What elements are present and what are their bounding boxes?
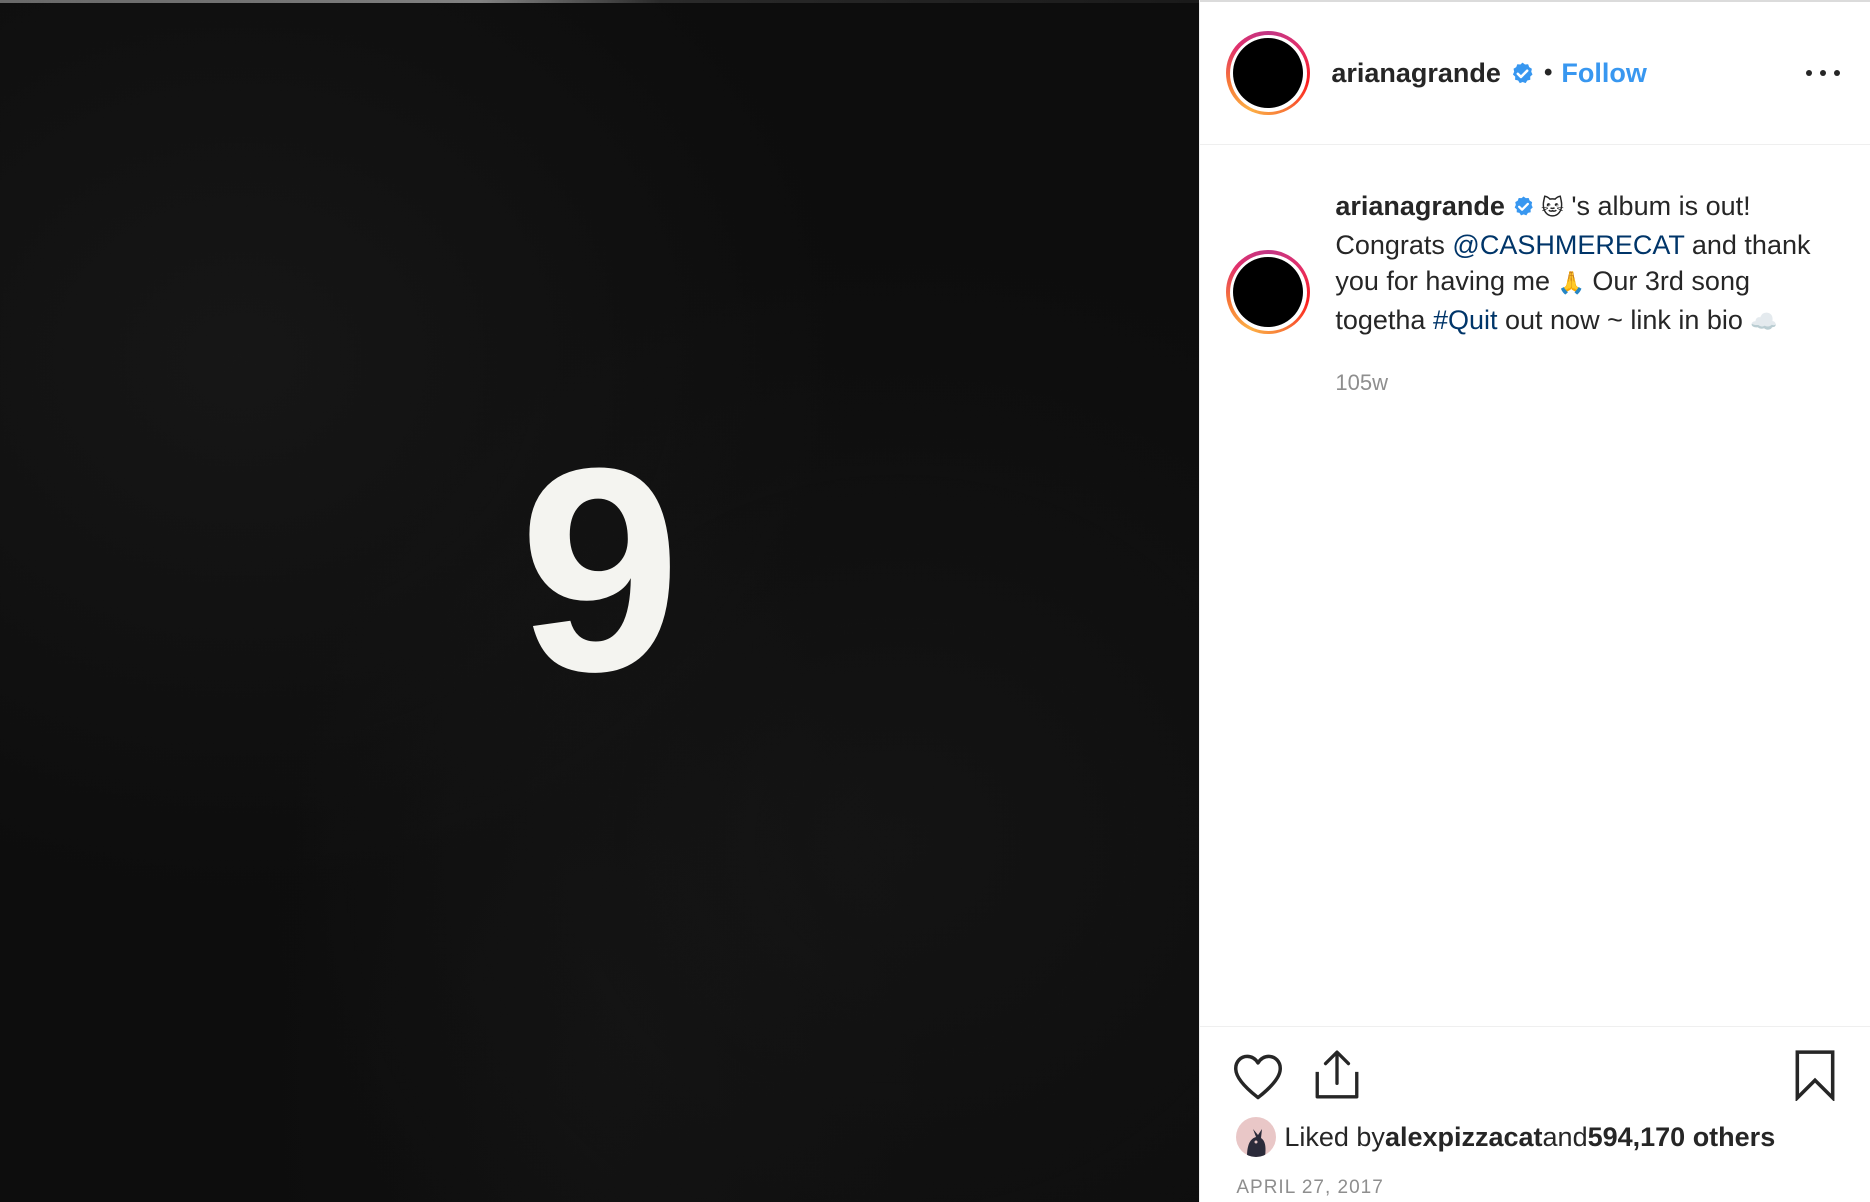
caption-username[interactable]: arianagrande bbox=[1335, 191, 1505, 221]
hashtag-link[interactable]: #Quit bbox=[1433, 305, 1498, 335]
pray-emoji: 🙏 bbox=[1557, 271, 1585, 296]
header-separator: • bbox=[1543, 59, 1553, 86]
post-modal: 9 arianagrande • Follow arianagrande 🐱 '… bbox=[0, 0, 1870, 1202]
caption-text: arianagrande 🐱 's album is out! Congrats … bbox=[1335, 188, 1835, 341]
caption-time-ago[interactable]: 105w bbox=[1335, 365, 1835, 401]
caption-verified-badge-icon bbox=[1514, 196, 1533, 216]
liked-by-prefix: Liked by bbox=[1284, 1121, 1385, 1152]
post-side-panel: arianagrande • Follow arianagrande 🐱 's a… bbox=[1199, 0, 1870, 1202]
post-header: arianagrande • Follow bbox=[1200, 2, 1870, 145]
cat-avatar-icon bbox=[1247, 1129, 1266, 1157]
liker-username[interactable]: alexpizzacat bbox=[1385, 1122, 1543, 1153]
post-image[interactable]: 9 bbox=[0, 0, 1200, 1202]
follow-button[interactable]: Follow bbox=[1561, 58, 1646, 89]
author-avatar[interactable] bbox=[1226, 31, 1311, 115]
caption-author-avatar[interactable] bbox=[1226, 250, 1311, 334]
liker-avatar[interactable] bbox=[1236, 1117, 1277, 1157]
album-cover-number: 9 bbox=[519, 408, 681, 732]
caption-text-part-4: out now ~ link in bio bbox=[1497, 305, 1751, 335]
cat-emoji: 🐱 bbox=[1540, 196, 1564, 221]
cloud-emoji: ☁️ bbox=[1750, 310, 1778, 335]
post-caption: arianagrande 🐱 's album is out! Congrats … bbox=[1226, 188, 1846, 401]
mention-link[interactable]: @CASHMERECAT bbox=[1452, 230, 1684, 260]
likes-count-link[interactable]: 594,170 others bbox=[1588, 1122, 1776, 1153]
author-username[interactable]: arianagrande bbox=[1331, 58, 1501, 89]
caption-body: arianagrande 🐱 's album is out! Congrats … bbox=[1335, 188, 1835, 401]
bookmark-icon[interactable] bbox=[1794, 1049, 1836, 1101]
more-options-icon[interactable] bbox=[1806, 68, 1841, 78]
verified-badge-icon bbox=[1512, 62, 1533, 83]
post-actions: Liked by alexpizzacat and 594,170 others… bbox=[1200, 1026, 1870, 1202]
caption-avatar-image bbox=[1233, 257, 1304, 327]
post-date[interactable]: APRIL 27, 2017 bbox=[1236, 1177, 1383, 1199]
author-avatar-image bbox=[1233, 38, 1304, 108]
heart-icon[interactable] bbox=[1232, 1053, 1284, 1101]
liked-by-middle: and bbox=[1542, 1121, 1588, 1152]
likes-summary: Liked by alexpizzacat and 594,170 others bbox=[1236, 1117, 1775, 1157]
share-icon[interactable] bbox=[1312, 1049, 1362, 1101]
